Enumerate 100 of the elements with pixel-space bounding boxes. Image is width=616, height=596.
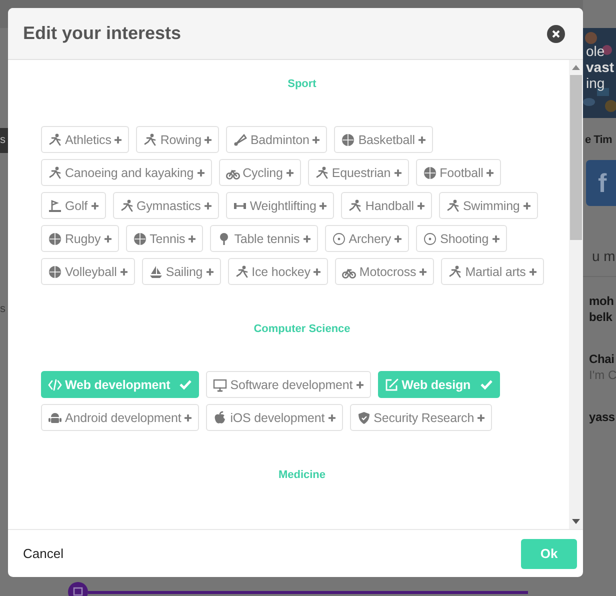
target-icon — [423, 232, 438, 246]
plus-icon — [492, 234, 500, 242]
ball-icon — [48, 264, 62, 278]
plus-icon — [204, 136, 212, 144]
interest-chip[interactable]: Rowing — [136, 126, 220, 153]
plus-icon — [486, 168, 494, 176]
scroll-up-icon[interactable] — [572, 65, 580, 70]
ball-icon — [422, 166, 437, 180]
section-heading: e Tim — [584, 134, 614, 146]
check-icon — [179, 379, 192, 390]
interest-chip[interactable]: Archery — [324, 225, 410, 252]
interest-chip[interactable]: Security Research — [350, 404, 492, 431]
figure-icon — [446, 198, 460, 212]
plus-icon — [114, 136, 122, 144]
interest-chip[interactable]: Gymnastics — [112, 192, 219, 219]
plus-icon — [394, 168, 402, 176]
plus-icon — [184, 414, 192, 422]
figure-icon — [48, 166, 62, 180]
plus-icon — [302, 234, 311, 242]
interest-chip[interactable]: Handball — [341, 192, 432, 219]
interest-chip[interactable]: Tennis — [126, 225, 204, 252]
target-icon — [332, 232, 346, 246]
interest-chip[interactable]: Canoeing and kayaking — [41, 159, 212, 186]
figure-icon — [143, 132, 158, 146]
plus-icon — [286, 168, 294, 176]
section-title: Medicine — [278, 469, 326, 481]
person-name[interactable]: Chai — [589, 351, 616, 367]
plus-icon — [418, 136, 426, 144]
person-name[interactable]: belk — [589, 309, 616, 325]
interest-chip[interactable]: Shooting — [416, 225, 507, 252]
sailboat-icon — [148, 264, 163, 278]
interest-chip[interactable]: Golf — [41, 192, 106, 219]
interest-chip[interactable]: Equestrian — [308, 159, 409, 186]
plus-icon — [328, 414, 336, 422]
section-title: Computer Science — [254, 323, 350, 335]
shield-icon — [356, 410, 371, 424]
interest-chip[interactable]: Table tennis — [210, 225, 318, 252]
interest-chip[interactable]: Basketball — [334, 126, 433, 153]
plus-icon — [120, 268, 128, 276]
ball-icon — [132, 232, 147, 246]
ball-icon — [341, 132, 356, 146]
scrollbar[interactable] — [569, 60, 583, 529]
plus-icon — [477, 414, 486, 422]
cancel-button[interactable]: Cancel — [23, 546, 64, 561]
interest-chip[interactable]: Martial arts — [441, 258, 544, 285]
banner-text: vast — [586, 59, 616, 75]
interest-chip[interactable]: Athletics — [41, 126, 130, 153]
figure-icon — [48, 132, 62, 146]
interest-chip[interactable]: Volleyball — [41, 258, 135, 285]
plus-icon — [522, 202, 531, 210]
plus-icon — [313, 268, 322, 276]
interest-chip[interactable]: Ice hockey — [228, 258, 328, 285]
plus-icon — [204, 202, 212, 210]
plus-icon — [312, 136, 320, 144]
flag-icon — [48, 198, 62, 212]
plus-icon — [188, 234, 196, 242]
edit-icon — [384, 378, 399, 392]
banner-text: ole — [586, 43, 606, 59]
shuttlecock-icon — [233, 132, 248, 146]
plus-icon — [419, 268, 428, 276]
dialog-title: Edit your interests — [23, 23, 182, 44]
monitor-icon — [213, 378, 228, 392]
plus-icon — [90, 202, 99, 210]
person-name[interactable]: moh — [589, 293, 616, 309]
interest-chip[interactable]: iOS development — [206, 404, 343, 431]
interest-chip[interactable]: Weightlifting — [226, 192, 334, 219]
interest-chip[interactable]: Motocross — [335, 258, 434, 285]
section-title: Sport — [288, 78, 316, 90]
plus-icon — [196, 168, 205, 176]
ball-icon — [48, 232, 62, 246]
interest-chip[interactable]: Badminton — [226, 126, 328, 153]
plus-icon — [356, 380, 364, 388]
tab-label[interactable]: s — [0, 128, 8, 153]
close-icon[interactable] — [547, 24, 565, 42]
interest-chip[interactable]: Cycling — [218, 159, 301, 186]
robot-icon — [48, 410, 62, 424]
interest-chip[interactable]: Football — [416, 159, 502, 186]
interest-chip[interactable]: Software development — [206, 371, 371, 398]
interest-chip[interactable]: Sailing — [142, 258, 221, 285]
plus-icon — [528, 268, 537, 276]
check-icon — [480, 379, 493, 390]
apple-icon — [213, 410, 228, 424]
facebook-button[interactable]: f — [586, 160, 616, 206]
scroll-down-icon[interactable] — [572, 519, 580, 524]
plus-icon — [319, 202, 328, 210]
page-text: s — [0, 303, 6, 315]
interest-chip[interactable]: Rugby — [41, 225, 119, 252]
person-name[interactable]: yass — [589, 409, 616, 425]
banner-text: ing — [586, 75, 606, 91]
figure-icon — [348, 198, 362, 212]
interest-chip[interactable]: Android development — [41, 404, 200, 431]
interest-chip[interactable]: Swimming — [438, 192, 538, 219]
figure-icon — [120, 198, 134, 212]
section-heading: u mi — [591, 248, 616, 264]
figure-icon — [234, 264, 249, 278]
figure-icon — [314, 166, 329, 180]
plus-icon — [394, 234, 402, 242]
figure-icon — [448, 264, 462, 278]
plus-icon — [104, 234, 112, 242]
plus-icon — [416, 202, 425, 210]
